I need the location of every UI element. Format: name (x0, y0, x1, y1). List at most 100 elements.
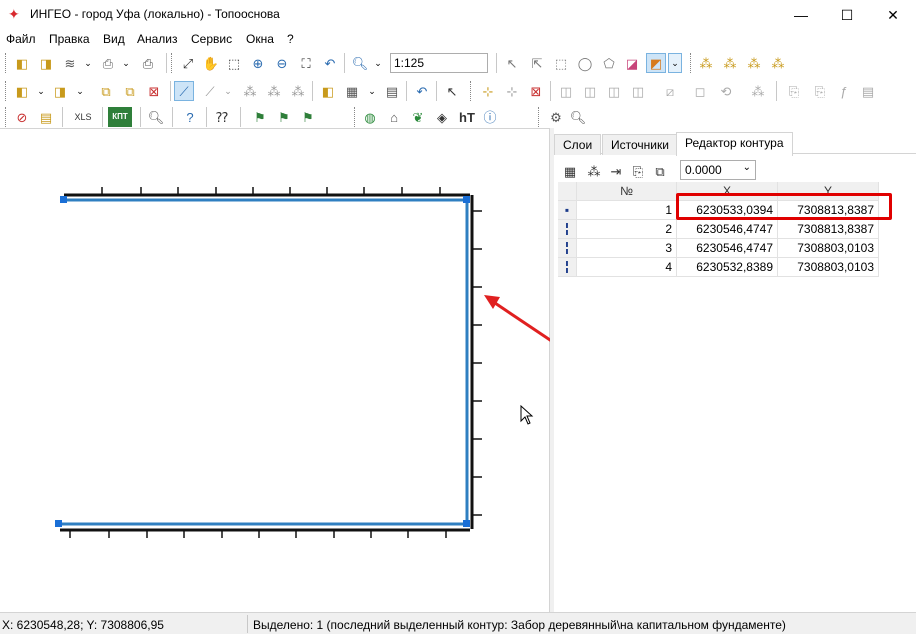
flag-green-icon[interactable]: ⚑ (250, 107, 270, 127)
cell-y[interactable]: 7308803,0103 (778, 239, 879, 258)
chevron-down-icon[interactable]: ⌄ (218, 81, 238, 101)
print-preview-icon[interactable]: ⎙ (98, 53, 118, 73)
toolbar-grip[interactable] (5, 81, 8, 101)
info-query-icon[interactable]: ⁇ (212, 107, 232, 127)
zoom-extent-icon[interactable]: ⤢ (178, 53, 198, 73)
scatter-icon[interactable]: ⁂ (748, 81, 768, 101)
cell-x[interactable]: 6230546,4747 (677, 220, 778, 239)
leaf-icon[interactable]: ❦ (408, 107, 428, 127)
row-marker-icon[interactable]: ╏ (558, 239, 577, 258)
chevron-down-icon[interactable]: ⌄ (116, 53, 136, 73)
selected-contour[interactable] (59, 198, 469, 526)
menu-view[interactable]: Вид (103, 32, 125, 46)
chevron-down-icon[interactable]: ⌄ (78, 53, 98, 73)
column-header-number[interactable]: № (577, 182, 677, 201)
rotate-icon[interactable]: ⟲ (716, 81, 736, 101)
help-pointer-icon[interactable]: ↖ (442, 81, 462, 101)
globe-icon[interactable]: ◍ (360, 107, 380, 127)
layer-props-icon[interactable]: ◨ (36, 53, 56, 73)
search-icon[interactable]: 🔍︎ (568, 107, 588, 127)
no-entry-icon[interactable]: ⊘ (12, 107, 32, 127)
semantics-icon[interactable]: ◧ (318, 81, 338, 101)
scale-icon[interactable]: 🔍︎ (350, 53, 370, 73)
select-arrow-icon[interactable]: ↖ (502, 53, 522, 73)
close-button[interactable]: ✕ (870, 0, 916, 30)
chevron-down-icon[interactable]: ⌄ (668, 53, 682, 73)
node-scatter-icon[interactable]: ⁂ (584, 161, 604, 181)
settings-icon[interactable]: ⚙ (546, 107, 566, 127)
undo-icon[interactable]: ↶ (412, 81, 432, 101)
zoom-in-icon[interactable]: ⊕ (248, 53, 268, 73)
export-xls-button[interactable]: XLS (70, 107, 96, 127)
row-marker-icon[interactable]: ▪ (558, 201, 577, 220)
style-fill-icon[interactable]: ◩ (646, 53, 666, 73)
cut-line-icon[interactable]: ⧄ (660, 81, 680, 101)
table-settings-icon[interactable]: ▦ (560, 161, 580, 181)
node-tool-icon[interactable]: ⁂ (696, 53, 716, 73)
report-icon[interactable]: ▤ (858, 81, 878, 101)
chevron-down-icon[interactable]: ⌄ (368, 53, 388, 73)
toolbar-grip[interactable] (5, 107, 8, 127)
select-objects-icon[interactable]: ◪ (622, 53, 642, 73)
maximize-button[interactable]: ☐ (824, 0, 870, 30)
home-icon[interactable]: ⌂ (384, 107, 404, 127)
object-props-icon[interactable]: ◨ (50, 81, 70, 101)
node-edit-icon[interactable]: ⁂ (720, 53, 740, 73)
insert-vertex-icon[interactable]: ⇥ (606, 161, 626, 181)
layers-stack-icon[interactable]: ≋ (60, 53, 80, 73)
tab-sources[interactable]: Источники (602, 134, 678, 155)
copy-object-icon[interactable]: ⧉ (96, 81, 116, 101)
cell-x[interactable]: 6230532,8389 (677, 258, 778, 277)
toolbar-grip[interactable] (5, 53, 8, 73)
tab-contour-editor[interactable]: Редактор контура (676, 132, 793, 156)
row-marker-icon[interactable]: ╏ (558, 258, 577, 277)
menu-service[interactable]: Сервис (191, 32, 232, 46)
vertex-add-icon[interactable]: ⊹ (478, 81, 498, 101)
formula-icon[interactable]: ƒ (834, 81, 854, 101)
cell-y[interactable]: 7308813,8387 (778, 220, 879, 239)
delete-object-icon[interactable]: ⊠ (144, 81, 164, 101)
node-move-icon[interactable]: ⁂ (744, 53, 764, 73)
group-icon[interactable]: ⁂ (288, 81, 308, 101)
minimize-button[interactable]: — (778, 0, 824, 30)
intersect-icon[interactable]: ◫ (580, 81, 600, 101)
select-circle-icon[interactable]: ◯ (575, 53, 595, 73)
printer-icon[interactable]: ⎙ (138, 53, 158, 73)
cell-number[interactable]: 4 (577, 258, 677, 277)
height-button[interactable]: hT (456, 107, 478, 127)
chevron-down-icon[interactable]: ⌄ (31, 81, 51, 101)
union-icon[interactable]: ◫ (556, 81, 576, 101)
menu-analysis[interactable]: Анализ (137, 32, 178, 46)
cell-number[interactable]: 3 (577, 239, 677, 258)
xor-icon[interactable]: ◫ (628, 81, 648, 101)
zoom-out-icon[interactable]: ⊖ (272, 53, 292, 73)
toolbar-grip[interactable] (538, 107, 541, 127)
doc-copy-icon[interactable]: ⎘ (810, 81, 830, 101)
vertex-handle-1[interactable] (60, 196, 67, 203)
row-marker-icon[interactable]: ╏ (558, 220, 577, 239)
attributes-icon[interactable]: ▤ (382, 81, 402, 101)
open-layer-icon[interactable]: ◧ (12, 53, 32, 73)
split-icon[interactable]: ⁂ (240, 81, 260, 101)
map-canvas[interactable] (0, 128, 550, 612)
table-icon[interactable]: ▦ (342, 81, 362, 101)
info-icon[interactable]: ⓘ (480, 107, 500, 127)
subtract-icon[interactable]: ◫ (604, 81, 624, 101)
buffer-icon[interactable]: ◻ (690, 81, 710, 101)
node-delete-icon[interactable]: ⁂ (768, 53, 788, 73)
find-icon[interactable]: 🔍︎ (146, 107, 166, 127)
merge-icon[interactable]: ⁂ (264, 81, 284, 101)
toolbar-grip[interactable] (690, 53, 693, 73)
chevron-down-icon[interactable]: ⌄ (362, 81, 382, 101)
select-polygon-icon[interactable]: ⬠ (599, 53, 619, 73)
zoom-previous-icon[interactable]: ↶ (320, 53, 340, 73)
vertex-delete-icon[interactable]: ⊠ (526, 81, 546, 101)
toolbar-grip[interactable] (171, 53, 174, 73)
flag-next-icon[interactable]: ⚑ (274, 107, 294, 127)
menu-help[interactable]: ? (287, 32, 294, 46)
vertex-handle-3[interactable] (463, 520, 470, 527)
paste-object-icon[interactable]: ⧉ (120, 81, 140, 101)
map-drawing[interactable] (0, 129, 550, 613)
scale-input[interactable]: 1:125 (390, 53, 488, 73)
cell-x[interactable]: 6230546,4747 (677, 239, 778, 258)
